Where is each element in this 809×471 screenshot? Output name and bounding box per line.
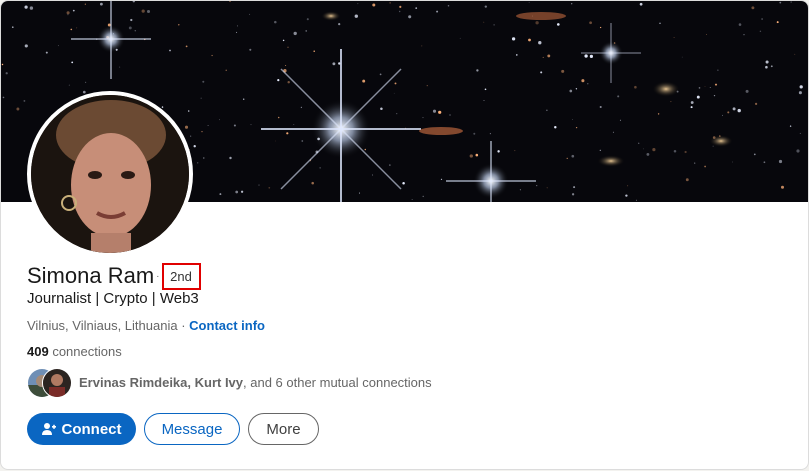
connect-button[interactable]: Connect — [27, 413, 136, 445]
profile-photo[interactable] — [27, 91, 193, 257]
name-row: Simona Ram · 2nd — [27, 260, 201, 292]
profile-location: Vilnius, Vilniaus, Lithuania — [27, 318, 178, 333]
profile-name: Simona Ram — [27, 263, 155, 288]
connection-degree-badge: 2nd — [161, 262, 201, 290]
connections-count: 409 — [27, 344, 49, 359]
mutual-names[interactable]: Ervinas Rimdeika, Kurt Ivy — [79, 375, 243, 390]
degree-separator: · — [156, 270, 160, 282]
connect-label: Connect — [61, 420, 122, 438]
location-separator: · — [181, 318, 186, 333]
mutual-connections-text: Ervinas Rimdeika, Kurt Ivy, and 6 other … — [79, 375, 432, 390]
profile-headline: Journalist | Crypto | Web3 — [27, 290, 199, 307]
person-add-icon — [41, 422, 56, 436]
mutual-avatars — [27, 367, 73, 398]
location-row: Vilnius, Vilniaus, Lithuania · Contact i… — [27, 318, 265, 333]
message-button[interactable]: Message — [144, 413, 240, 445]
connections-link[interactable]: 409 connections — [27, 344, 122, 359]
mutual-connections[interactable]: Ervinas Rimdeika, Kurt Ivy, and 6 other … — [27, 367, 432, 398]
profile-photo-image — [31, 95, 189, 253]
contact-info-link[interactable]: Contact info — [189, 318, 265, 333]
profile-card: Simona Ram · 2nd Journalist | Crypto | W… — [0, 0, 809, 470]
mutual-avatar — [42, 368, 72, 398]
mutual-rest: , and 6 other mutual connections — [243, 374, 432, 390]
connection-degree: 2nd — [170, 268, 192, 284]
more-button[interactable]: More — [248, 413, 319, 445]
connections-label: connections — [52, 344, 122, 359]
profile-actions: Connect Message More — [27, 413, 319, 445]
